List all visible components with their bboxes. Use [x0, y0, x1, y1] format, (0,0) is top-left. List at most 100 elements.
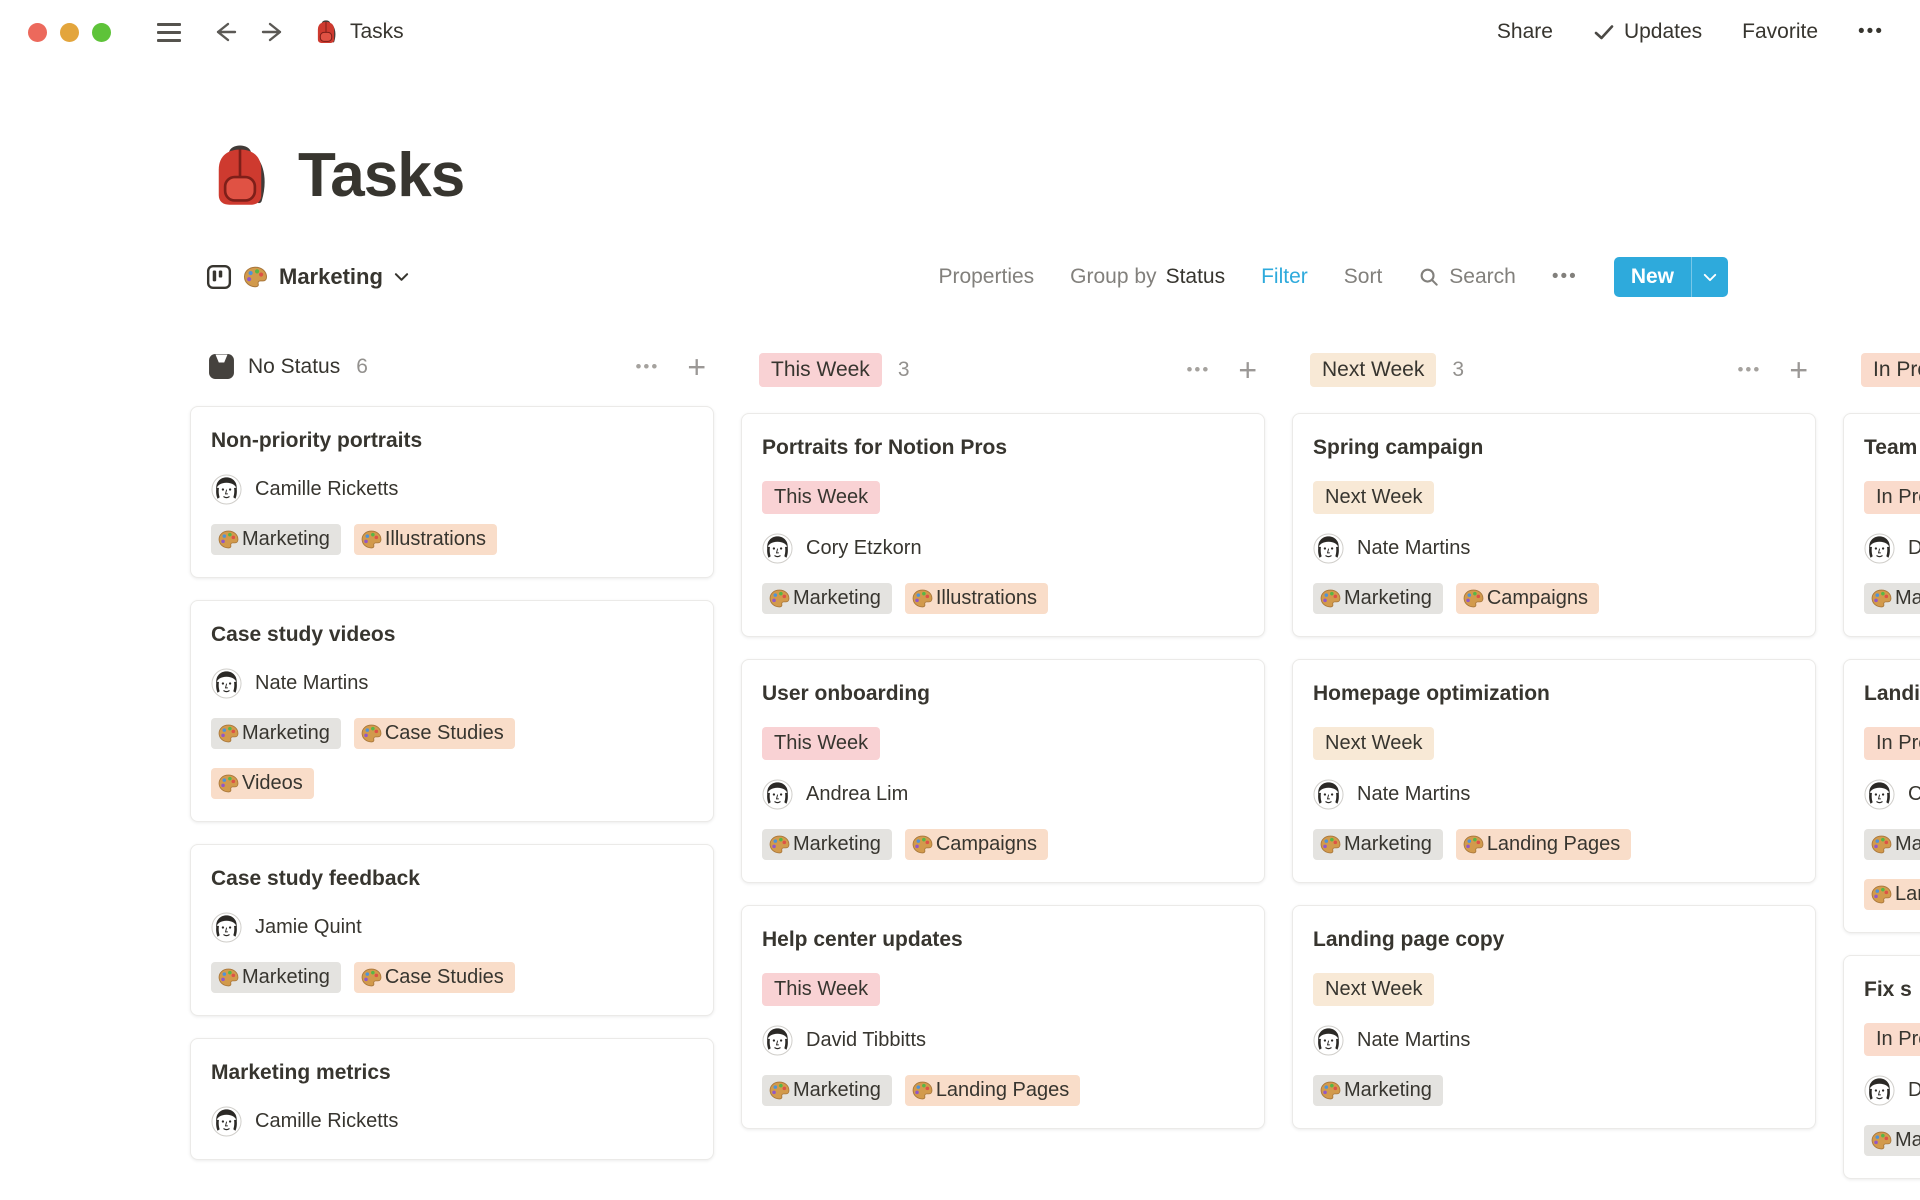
board-column: Next Week 3 ••• + Spring campaign Next W… — [1292, 353, 1816, 1151]
card-title: Non-priority portraits — [211, 429, 423, 452]
task-card[interactable]: Spring campaign Next Week Nate Martins M… — [1292, 413, 1816, 637]
tag: Campaigns — [904, 829, 1048, 860]
properties-button[interactable]: Properties — [938, 265, 1034, 289]
view-more-icon[interactable]: ••• — [1552, 266, 1578, 288]
assignee-name: Camille Ricketts — [255, 1110, 399, 1132]
assignee: Camille Ricketts — [211, 1106, 693, 1137]
window-titlebar: Tasks Share Updates Favorite ••• — [0, 0, 1920, 64]
no-status-icon — [208, 353, 235, 380]
view-switcher[interactable]: Marketing — [206, 264, 409, 290]
new-dropdown-button[interactable] — [1691, 257, 1728, 297]
palette-icon — [769, 589, 790, 608]
task-card[interactable]: Case study videos Nate Martins Marketing… — [190, 600, 714, 822]
assignee: Nate Martins — [1313, 779, 1795, 810]
column-add-icon[interactable]: + — [687, 351, 706, 383]
minimize-window-button[interactable] — [60, 22, 79, 42]
assignee-name: Cory Etzkorn — [1908, 783, 1920, 805]
traffic-lights — [28, 22, 111, 42]
card-title: Help center updates — [762, 928, 963, 951]
palette-icon — [361, 968, 382, 987]
tag-row: Marketing — [1313, 1075, 1795, 1106]
share-button[interactable]: Share — [1497, 20, 1553, 44]
column-label-plain: No Status — [208, 353, 340, 380]
column-cards: Non-priority portraits Camille Ricketts … — [190, 406, 714, 1160]
column-header: This Week 3 ••• + — [741, 353, 1265, 387]
task-card[interactable]: Portraits for Notion Pros This Week Cory… — [741, 413, 1265, 637]
column-more-icon[interactable]: ••• — [635, 357, 659, 377]
task-card[interactable]: Homepage optimization Next Week Nate Mar… — [1292, 659, 1816, 883]
tag-row: Marketing Illustrations — [211, 524, 693, 555]
tag: Illustrations — [904, 583, 1048, 614]
assignee-name: Jamie Quint — [255, 916, 362, 938]
avatar — [211, 474, 242, 505]
task-card[interactable]: User onboarding This Week Andrea Lim Mar… — [741, 659, 1265, 883]
breadcrumb[interactable]: Tasks — [313, 19, 404, 45]
palette-icon — [1463, 835, 1484, 854]
tag-row: Videos — [211, 768, 693, 799]
avatar — [762, 1025, 793, 1056]
tag: Marketing — [1313, 1075, 1443, 1106]
sort-button[interactable]: Sort — [1344, 265, 1383, 289]
tag-label: Marketing — [242, 722, 330, 744]
tag-label: Marketing — [1344, 833, 1432, 855]
tag-row: Landing Pages — [1864, 879, 1920, 910]
palette-icon — [243, 266, 268, 288]
task-card[interactable]: Team In Progress David Tibbitts Marketin… — [1843, 413, 1920, 637]
tag: Marketing — [1864, 1125, 1920, 1156]
palette-icon — [1871, 1131, 1892, 1150]
assignee-name: Cory Etzkorn — [806, 537, 922, 559]
more-options-icon[interactable]: ••• — [1858, 21, 1884, 43]
group-by-value: Status — [1165, 265, 1226, 288]
avatar — [1864, 779, 1895, 810]
updates-button[interactable]: Updates — [1593, 20, 1702, 44]
column-cards: Team In Progress David Tibbitts Marketin… — [1843, 413, 1920, 1179]
column-more-icon[interactable]: ••• — [1186, 360, 1210, 380]
sidebar-toggle-icon[interactable] — [157, 22, 181, 42]
palette-icon — [1320, 589, 1341, 608]
task-card[interactable]: Fix s In Progress David Tibbitts Marketi… — [1843, 955, 1920, 1179]
column-cards: Spring campaign Next Week Nate Martins M… — [1292, 413, 1816, 1129]
avatar — [1864, 533, 1895, 564]
zoom-window-button[interactable] — [92, 22, 111, 42]
tag-label: Case Studies — [384, 722, 504, 744]
page-icon-backpack[interactable] — [206, 142, 274, 210]
status-badge: In Progress — [1864, 481, 1920, 514]
task-card[interactable]: Non-priority portraits Camille Ricketts … — [190, 406, 714, 578]
tag: Marketing — [211, 962, 341, 993]
palette-icon — [1320, 1081, 1341, 1100]
group-by-button[interactable]: Group by Status — [1070, 265, 1225, 289]
column-add-icon[interactable]: + — [1238, 354, 1257, 386]
column-add-icon[interactable]: + — [1789, 354, 1808, 386]
board-column: In Progress ••• + Team In Progress David… — [1843, 353, 1920, 1200]
avatar — [211, 1106, 242, 1137]
close-window-button[interactable] — [28, 22, 47, 42]
task-card[interactable]: Landing page copy Next Week Nate Martins… — [1292, 905, 1816, 1129]
card-title: Homepage optimization — [1313, 682, 1550, 705]
tag-label: Campaigns — [935, 833, 1037, 855]
tag-label: Marketing — [1895, 1129, 1920, 1151]
assignee-name: Nate Martins — [1357, 783, 1471, 805]
tag-row: Marketing Campaigns — [762, 829, 1244, 860]
tag: Landing Pages — [904, 1075, 1081, 1106]
assignee: David Tibbitts — [1864, 533, 1920, 564]
favorite-button[interactable]: Favorite — [1742, 20, 1818, 44]
assignee-name: Nate Martins — [255, 672, 369, 694]
back-icon[interactable] — [211, 20, 241, 44]
task-card[interactable]: Help center updates This Week David Tibb… — [741, 905, 1265, 1129]
avatar — [1864, 1075, 1895, 1106]
palette-icon — [912, 835, 933, 854]
column-header: Next Week 3 ••• + — [1292, 353, 1816, 387]
task-card[interactable]: Landing In Progress Cory Etzkorn Marketi… — [1843, 659, 1920, 933]
page-title: Tasks — [298, 141, 465, 210]
search-button[interactable]: Search — [1418, 265, 1516, 289]
palette-icon — [1871, 589, 1892, 608]
card-title: User onboarding — [762, 682, 931, 705]
filter-button[interactable]: Filter — [1261, 265, 1308, 289]
column-badge: In Progress — [1861, 353, 1920, 387]
task-card[interactable]: Case study feedback Jamie Quint Marketin… — [190, 844, 714, 1016]
card-title: Marketing metrics — [211, 1061, 391, 1084]
column-more-icon[interactable]: ••• — [1737, 360, 1761, 380]
task-card[interactable]: Marketing metrics Camille Ricketts — [190, 1038, 714, 1160]
forward-icon[interactable] — [257, 20, 287, 44]
new-button[interactable]: New — [1614, 257, 1691, 297]
